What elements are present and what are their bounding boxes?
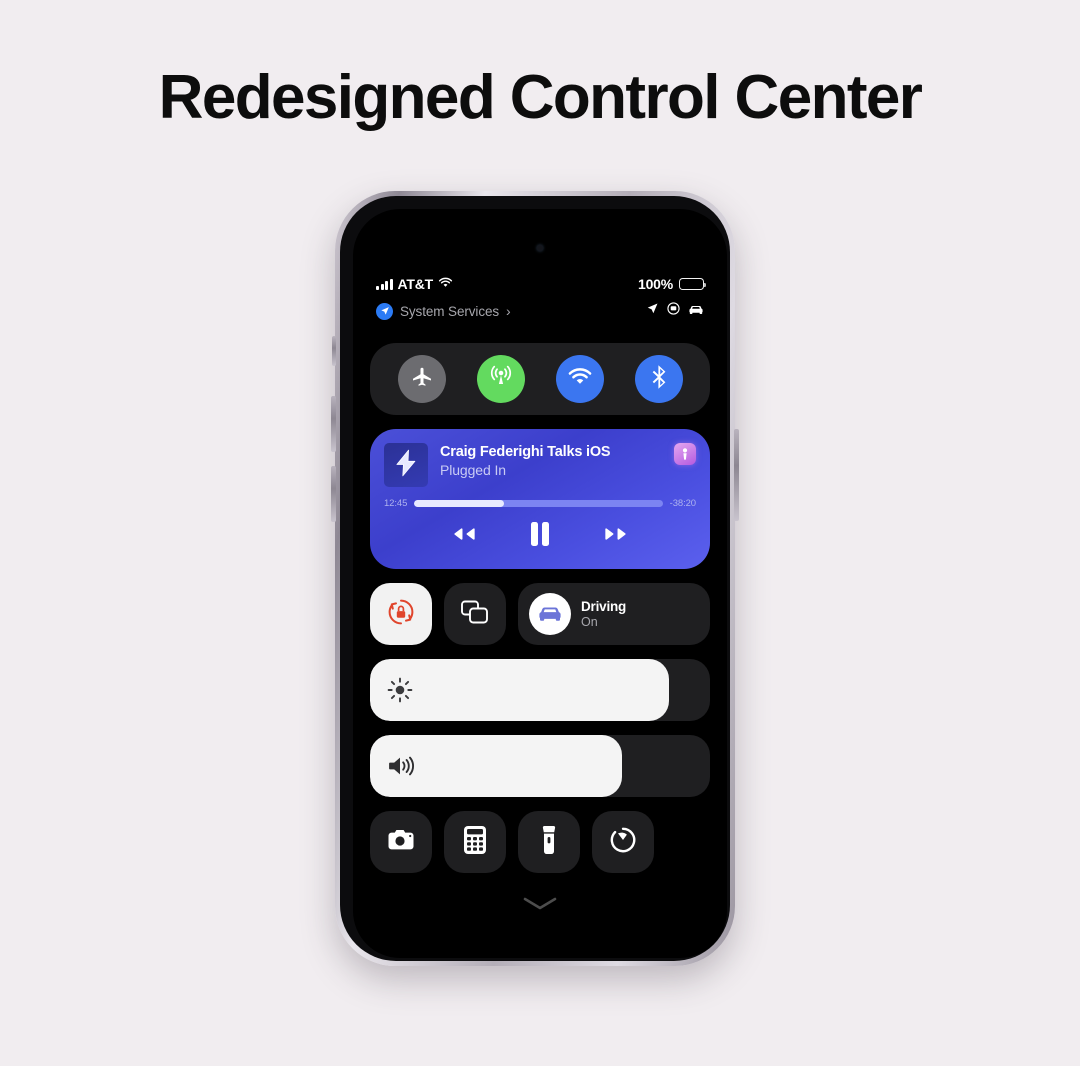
car-focus-icon [529, 593, 571, 635]
location-arrow-icon [646, 302, 659, 320]
rotation-lock-icon [385, 596, 417, 633]
airplane-mode-toggle[interactable] [397, 355, 446, 403]
screen-mirroring-toggle[interactable] [444, 583, 506, 645]
media-title: Craig Federighi Talks iOS [440, 444, 611, 460]
car-icon [688, 302, 704, 320]
phone-screen: AT&T 100% System Services › Craig Federi… [353, 209, 727, 958]
calculator-icon [463, 825, 487, 860]
screen-record-icon [667, 302, 680, 320]
remaining-time-label: -38:20 [669, 498, 696, 509]
brightness-sun-icon [387, 677, 413, 703]
system-services-row[interactable]: System Services › [370, 301, 710, 321]
timer-button[interactable] [592, 811, 654, 873]
system-services-label: System Services [400, 303, 500, 319]
rewind-button[interactable] [447, 524, 477, 549]
brightness-slider-fill [370, 659, 670, 721]
media-progress-slider[interactable] [414, 500, 663, 507]
timer-icon [608, 825, 638, 860]
camera-icon [386, 828, 416, 857]
brightness-slider[interactable] [370, 659, 710, 721]
rewind-icon [447, 524, 477, 549]
phone-device-frame: AT&T 100% System Services › Craig Federi… [331, 191, 739, 966]
volume-down-button[interactable] [331, 466, 336, 522]
flashlight-icon [540, 825, 558, 860]
screen-mirroring-icon [460, 599, 490, 630]
fast-forward-icon [603, 524, 633, 549]
media-progress-fill [414, 500, 504, 507]
bluetooth-icon [650, 364, 667, 395]
carrier-label: AT&T [397, 276, 434, 292]
cellular-data-toggle[interactable] [476, 355, 525, 403]
toggles-row: Driving On [370, 583, 710, 645]
location-arrow-badge-icon [376, 302, 393, 320]
media-subtitle: Plugged In [440, 462, 506, 478]
silent-switch[interactable] [332, 336, 336, 366]
focus-title: Driving [581, 599, 627, 614]
media-artwork [384, 443, 428, 487]
chevron-right-icon: › [506, 303, 511, 319]
podcasts-app-icon[interactable] [674, 443, 696, 465]
wifi-toggle[interactable] [555, 355, 604, 403]
media-progress-row[interactable]: 12:45 -38:20 [384, 498, 696, 509]
chevron-down-icon [523, 897, 557, 915]
volume-up-button[interactable] [331, 396, 336, 452]
focus-mode-tile[interactable]: Driving On [518, 583, 710, 645]
pause-icon [529, 521, 551, 552]
dismiss-chevron-button[interactable] [370, 897, 710, 915]
play-pause-button[interactable] [529, 521, 551, 552]
phone-bezel: AT&T 100% System Services › Craig Federi… [340, 196, 730, 961]
rotation-lock-toggle[interactable] [370, 583, 432, 645]
media-controls [384, 521, 696, 552]
camera-button[interactable] [370, 811, 432, 873]
focus-state: On [581, 615, 598, 629]
cellular-signal-icon [376, 278, 393, 290]
fast-forward-button[interactable] [603, 524, 633, 549]
cellular-broadcast-icon [488, 364, 514, 395]
battery-full-icon [679, 278, 707, 290]
power-button[interactable] [734, 429, 739, 521]
utility-row [370, 811, 710, 873]
control-center: AT&T 100% System Services › Craig Federi… [353, 209, 727, 958]
page-title: Redesigned Control Center [158, 63, 923, 132]
status-bar: AT&T 100% [370, 273, 710, 295]
volume-slider[interactable] [370, 735, 710, 797]
battery-percent-label: 100% [637, 276, 673, 292]
speaker-wave-icon [387, 754, 419, 778]
wifi-icon [438, 275, 453, 293]
media-player-module[interactable]: Craig Federighi Talks iOS Plugged In 12:… [370, 429, 710, 569]
wifi-icon [567, 367, 593, 392]
connectivity-module [370, 343, 710, 415]
lightning-bolt-icon [393, 449, 419, 482]
elapsed-time-label: 12:45 [384, 498, 408, 509]
calculator-button[interactable] [444, 811, 506, 873]
airplane-icon [410, 365, 434, 394]
bluetooth-toggle[interactable] [634, 355, 683, 403]
flashlight-button[interactable] [518, 811, 580, 873]
